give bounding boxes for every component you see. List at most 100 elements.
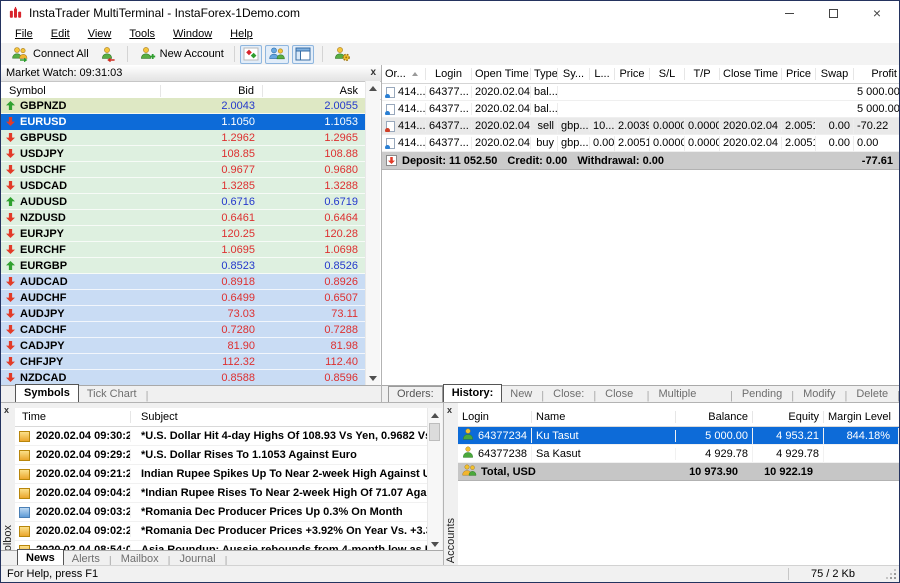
- market-watch-row[interactable]: USDCAD 1.3285 1.3288: [1, 178, 366, 194]
- market-watch-row[interactable]: EURJPY 120.25 120.28: [1, 226, 366, 242]
- column-header-tp[interactable]: T/P: [685, 68, 720, 80]
- column-header-profit[interactable]: Profit: [854, 67, 900, 82]
- tab-history[interactable]: History: 4: [443, 384, 503, 402]
- market-watch-row[interactable]: CHFJPY 112.32 112.40: [1, 354, 366, 370]
- news-row[interactable]: 2020.02.04 09:29:23 *U.S. Dollar Rises T…: [15, 446, 428, 465]
- column-header-balance[interactable]: Balance: [676, 411, 753, 423]
- status-separator: [788, 568, 789, 580]
- news-row[interactable]: 2020.02.04 09:04:23 *Indian Rupee Rises …: [15, 484, 428, 503]
- news-row[interactable]: 2020.02.04 09:30:23 *U.S. Dollar Hit 4-d…: [15, 427, 428, 446]
- close-button[interactable]: ×: [855, 1, 899, 25]
- market-watch-row[interactable]: EURCHF 1.0695 1.0698: [1, 242, 366, 258]
- menu-item-view[interactable]: View: [79, 27, 121, 41]
- account-settings-button[interactable]: [328, 45, 356, 64]
- account-name: Sa Kasut: [536, 448, 581, 460]
- column-header-lots[interactable]: L...: [590, 68, 615, 80]
- tab-multiple-close-by[interactable]: Multiple Close By: [650, 387, 729, 402]
- market-watch-row[interactable]: AUDCAD 0.8918 0.8926: [1, 274, 366, 290]
- column-header-ask[interactable]: Ask: [263, 85, 366, 97]
- toolbox-close-icon[interactable]: x: [4, 406, 9, 415]
- market-watch-row[interactable]: AUDUSD 0.6716 0.6719: [1, 194, 366, 210]
- market-watch-row-selected[interactable]: EURUSD 1.1050 1.1053: [1, 114, 366, 130]
- column-header-equity[interactable]: Equity: [753, 411, 824, 423]
- column-header-symbol[interactable]: Sy...: [558, 68, 590, 80]
- scroll-down-icon[interactable]: [431, 542, 439, 547]
- market-watch-row[interactable]: NZDUSD 0.6461 0.6464: [1, 210, 366, 226]
- column-header-login[interactable]: Login: [426, 68, 472, 80]
- total-equity: 10 922.19: [742, 466, 817, 478]
- order-row[interactable]: 414... 64377... 2020.02.04 ... buy gbp..…: [382, 135, 900, 152]
- tab-pending[interactable]: Pending: [734, 387, 790, 402]
- menu-item-file[interactable]: File: [6, 27, 42, 41]
- column-header-sl[interactable]: S/L: [650, 68, 685, 80]
- column-header-type[interactable]: Type: [531, 68, 558, 80]
- bid-value: 1.2962: [161, 132, 263, 144]
- scroll-down-icon[interactable]: [369, 376, 377, 381]
- market-watch-row[interactable]: GBPUSD 1.2962 1.2965: [1, 130, 366, 146]
- market-watch-scrollbar[interactable]: [365, 81, 380, 386]
- scroll-up-icon[interactable]: [369, 86, 377, 91]
- users-group-icon: [462, 464, 477, 479]
- account-row[interactable]: 64377238 Sa Kasut 4 929.78 4 929.78: [458, 445, 899, 463]
- market-watch-row[interactable]: GBPNZD 2.0043 2.0055: [1, 98, 366, 114]
- news-row[interactable]: 2020.02.04 09:03:23 *Romania Dec Produce…: [15, 503, 428, 522]
- column-header-name[interactable]: Name: [532, 411, 676, 423]
- market-watch-row[interactable]: USDCHF 0.9677 0.9680: [1, 162, 366, 178]
- market-watch-row[interactable]: CADJPY 81.90 81.98: [1, 338, 366, 354]
- accounts-toggle-button[interactable]: [265, 45, 289, 64]
- tab-new[interactable]: New: [502, 387, 540, 402]
- sort-icon: [412, 72, 418, 76]
- news-row[interactable]: 2020.02.04 09:02:23 *Romania Dec Produce…: [15, 522, 428, 541]
- resize-grip[interactable]: [894, 577, 896, 579]
- tab-close-by[interactable]: Close By: [597, 387, 645, 402]
- column-header-symbol[interactable]: Symbol: [1, 85, 161, 97]
- column-header-bid[interactable]: Bid: [161, 85, 263, 97]
- account-balance: 5 000.00: [705, 430, 748, 442]
- column-header-login[interactable]: Login: [458, 411, 532, 423]
- toolbox-panel: x Toolbox Time Subject 2020.02.04 09:30:…: [1, 402, 444, 567]
- column-header-close-time[interactable]: Close Time: [720, 68, 782, 80]
- minimize-button[interactable]: [767, 1, 811, 25]
- column-header-margin-level[interactable]: Margin Level: [824, 411, 899, 423]
- market-watch-row[interactable]: EURGBP 0.8523 0.8526: [1, 258, 366, 274]
- tab-tick-chart[interactable]: Tick Chart: [79, 387, 145, 402]
- market-watch-row[interactable]: USDJPY 108.85 108.88: [1, 146, 366, 162]
- menu-item-help[interactable]: Help: [221, 27, 262, 41]
- maximize-button[interactable]: [811, 1, 855, 25]
- menu-item-window[interactable]: Window: [164, 27, 221, 41]
- order-row[interactable]: 414... 64377... 2020.02.04 ... sell gbp.…: [382, 118, 900, 135]
- market-watch-row[interactable]: AUDCHF 0.6499 0.6507: [1, 290, 366, 306]
- order-row[interactable]: 414... 64377... 2020.02.04 ... bal... 5 …: [382, 84, 900, 101]
- tab-delete[interactable]: Delete: [848, 387, 896, 402]
- accounts-close-icon[interactable]: x: [447, 406, 452, 415]
- market-watch-toggle-button[interactable]: [240, 45, 262, 64]
- news-scrollbar[interactable]: [427, 408, 442, 552]
- column-header-time[interactable]: Time: [15, 411, 131, 423]
- toolbox-toggle-button[interactable]: [292, 45, 314, 64]
- new-account-button[interactable]: New Account: [133, 45, 229, 64]
- order-row[interactable]: 414... 64377... 2020.02.04 ... bal... 5 …: [382, 101, 900, 118]
- column-header-price[interactable]: Price: [615, 68, 650, 80]
- column-header-close-price[interactable]: Price: [782, 68, 816, 80]
- market-watch-row[interactable]: CADCHF 0.7280 0.7288: [1, 322, 366, 338]
- column-header-order[interactable]: Or...: [382, 68, 426, 80]
- market-watch-row[interactable]: AUDJPY 73.03 73.11: [1, 306, 366, 322]
- menu-item-edit[interactable]: Edit: [42, 27, 79, 41]
- account-row-selected[interactable]: 64377234 Ku Tasut 5 000.00 4 953.21 844.…: [458, 427, 899, 445]
- market-watch-close-icon[interactable]: x: [370, 68, 376, 78]
- column-header-open-time[interactable]: Open Time: [472, 68, 531, 80]
- tab-symbols[interactable]: Symbols: [15, 384, 79, 402]
- column-header-swap[interactable]: Swap: [816, 68, 854, 80]
- column-header-subject[interactable]: Subject: [131, 411, 428, 423]
- scroll-thumb[interactable]: [429, 423, 440, 441]
- app-window: InstaTrader MultiTerminal - InstaForex-1…: [0, 0, 900, 583]
- news-row[interactable]: 2020.02.04 09:21:23 Indian Rupee Spikes …: [15, 465, 428, 484]
- news-icon: [19, 488, 30, 499]
- tab-orders[interactable]: Orders: 1: [388, 386, 443, 402]
- menu-item-tools[interactable]: Tools: [120, 27, 164, 41]
- connect-all-button[interactable]: Connect All: [6, 45, 94, 64]
- disconnect-all-button[interactable]: [94, 45, 122, 64]
- scroll-up-icon[interactable]: [431, 413, 439, 418]
- tab-modify[interactable]: Modify: [795, 387, 843, 402]
- tab-close[interactable]: Close: 1: [545, 387, 592, 402]
